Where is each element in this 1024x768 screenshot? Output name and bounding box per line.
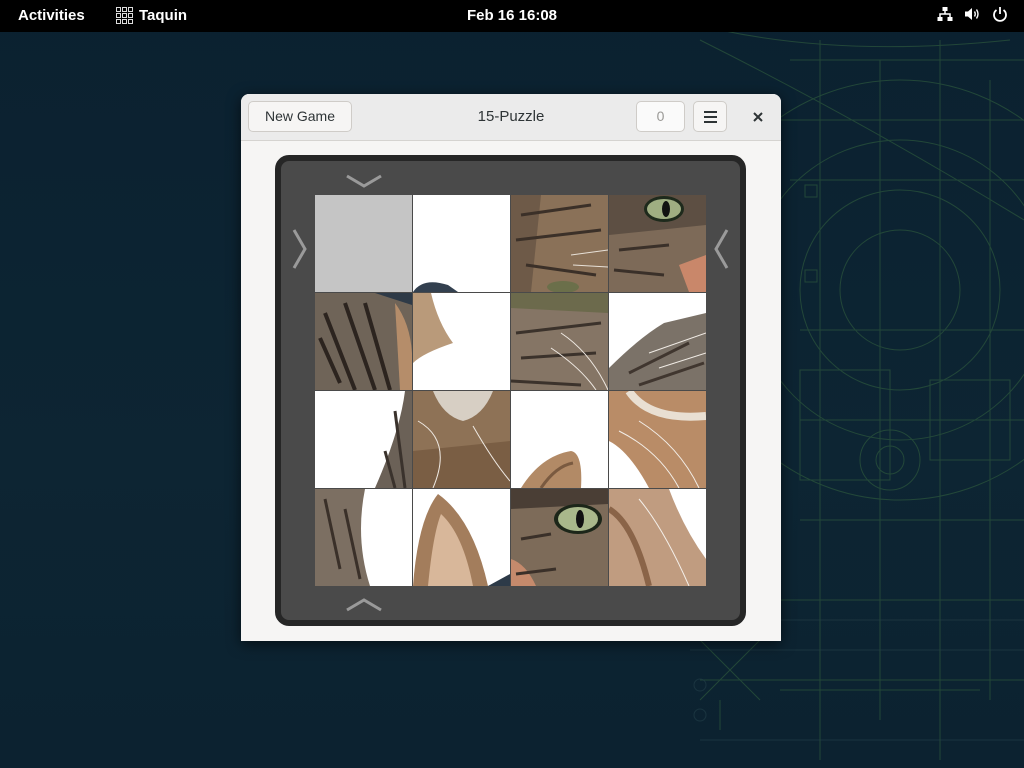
puzzle-tile[interactable]	[609, 293, 706, 390]
puzzle-tile[interactable]	[413, 391, 510, 488]
puzzle-tile[interactable]	[609, 391, 706, 488]
activities-button[interactable]: Activities	[18, 7, 85, 24]
taquin-app-icon	[116, 7, 133, 24]
puzzle-tile[interactable]	[511, 293, 608, 390]
header-bar: New Game 15-Puzzle 0	[241, 94, 781, 141]
chevron-up-icon[interactable]	[344, 595, 384, 615]
empty-tile[interactable]	[315, 195, 412, 292]
tile-image	[511, 195, 608, 292]
network-icon	[937, 7, 953, 21]
tile-image	[609, 489, 706, 586]
puzzle-tile[interactable]	[511, 195, 608, 292]
tile-image	[315, 293, 412, 390]
chevron-right-icon[interactable]	[289, 227, 309, 271]
puzzle-tile[interactable]	[609, 489, 706, 586]
volume-icon	[965, 8, 979, 20]
chevron-down-icon[interactable]	[344, 171, 384, 191]
puzzle-tile[interactable]	[315, 391, 412, 488]
main-menu-button[interactable]	[693, 101, 727, 132]
puzzle-board	[275, 155, 746, 626]
tile-image	[609, 391, 706, 488]
system-tray[interactable]	[937, 6, 1008, 22]
puzzle-tile[interactable]	[413, 195, 510, 292]
tile-image	[315, 489, 412, 586]
puzzle-tile[interactable]	[413, 293, 510, 390]
tile-image	[413, 195, 510, 292]
tile-image	[609, 293, 706, 390]
top-bar: Activities Taquin Feb 16 16:08	[0, 0, 1024, 32]
tile-image	[511, 293, 608, 390]
tile-image	[413, 489, 510, 586]
puzzle-tile[interactable]	[413, 489, 510, 586]
puzzle-tile[interactable]	[315, 293, 412, 390]
tile-image	[413, 391, 510, 488]
clock[interactable]: Feb 16 16:08	[467, 7, 557, 24]
power-icon	[993, 7, 1007, 22]
puzzle-tile[interactable]	[511, 391, 608, 488]
hamburger-menu-icon	[704, 111, 717, 126]
chevron-left-icon[interactable]	[712, 227, 732, 271]
puzzle-tile[interactable]	[315, 489, 412, 586]
tile-grid	[315, 195, 706, 586]
app-menu[interactable]: Taquin	[116, 7, 187, 24]
close-icon	[753, 112, 763, 122]
tile-image	[413, 293, 510, 390]
new-game-button[interactable]: New Game	[248, 101, 352, 132]
close-button[interactable]	[747, 106, 769, 128]
tile-image	[315, 391, 412, 488]
move-counter: 0	[636, 101, 685, 132]
app-menu-label: Taquin	[139, 7, 188, 24]
puzzle-tile[interactable]	[609, 195, 706, 292]
puzzle-window: New Game 15-Puzzle 0	[241, 94, 781, 641]
tile-image	[511, 489, 608, 586]
puzzle-tile[interactable]	[511, 489, 608, 586]
tile-image	[511, 391, 608, 488]
tile-image	[609, 195, 706, 292]
